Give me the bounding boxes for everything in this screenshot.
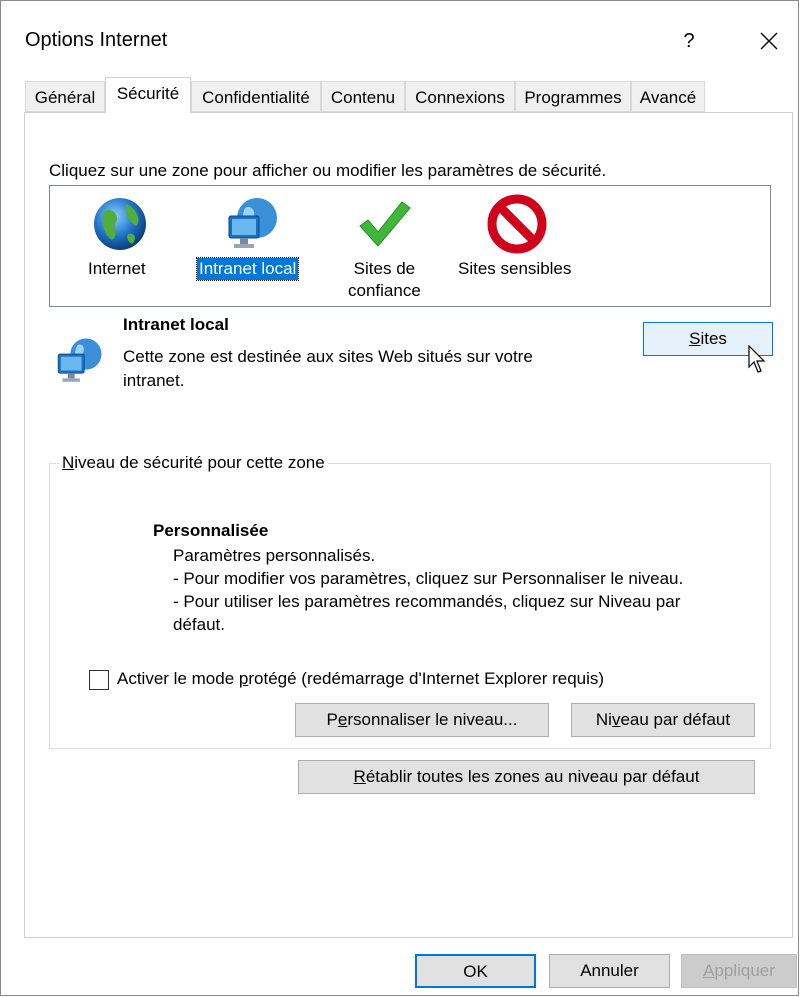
apply-accel: A: [703, 961, 715, 980]
intranet-globe-monitor-icon: [228, 198, 277, 248]
apply-label: ppliquer: [714, 961, 775, 980]
customize-level-pre: P: [326, 710, 338, 729]
tab-content[interactable]: Contenu: [321, 81, 405, 112]
level-desc-line: - Pour modifier vos paramètres, cliquez …: [173, 569, 684, 588]
protected-mode-label-accel: p: [238, 669, 249, 688]
zone-info-title: Intranet local: [123, 315, 229, 334]
reset-all-accel: R: [353, 767, 366, 786]
tab-programs[interactable]: Programmes: [515, 81, 631, 112]
mouse-cursor-icon: [748, 345, 766, 373]
zone-restricted-sites[interactable]: Sites sensibles: [454, 186, 584, 306]
zone-list: Internet Intranet local Sites de confian…: [49, 185, 771, 307]
security-level-title: Personnalisée: [153, 521, 269, 540]
security-level-legend: Niveau de sécurité pour cette zone: [59, 453, 328, 473]
zone-info-description: Cette zone est destinée aux sites Web si…: [123, 347, 533, 390]
zone-trusted-sites[interactable]: Sites de confiance: [334, 186, 434, 306]
cancel-button[interactable]: Annuler: [549, 954, 670, 988]
red-prohibited-icon: [487, 194, 547, 254]
zone-intranet-local[interactable]: Intranet local: [193, 186, 313, 306]
protected-mode-label-pre: Activer le mode: [117, 669, 239, 688]
default-level-button[interactable]: Niveau par défaut: [571, 703, 755, 737]
protected-mode-label-post: rotégé (redémarrage d'Internet Explorer …: [248, 669, 605, 688]
customize-level-accel: e: [337, 710, 348, 729]
zone-trusted-sites-label: Sites de confiance: [348, 258, 421, 302]
zone-trusted-sites-label-line1: Sites de: [353, 259, 416, 278]
globe-icon: [94, 198, 146, 250]
protected-mode-label[interactable]: Activer le mode protégé (redémarrage d'I…: [117, 669, 604, 689]
sites-button-accel: S: [689, 329, 701, 348]
zone-restricted-sites-label: Sites sensibles: [458, 259, 572, 278]
security-level-legend-accel: N: [62, 453, 75, 472]
zone-internet[interactable]: Internet: [80, 186, 160, 306]
reset-all-label: établir toutes les zones au niveau par d…: [365, 767, 700, 786]
level-desc-line: Paramètres personnalisés.: [173, 546, 376, 565]
tab-security[interactable]: Sécurité: [105, 77, 191, 113]
sites-button-label: ites: [700, 329, 727, 348]
help-button[interactable]: ?: [671, 23, 707, 59]
security-level-legend-text: iveau de sécurité pour cette zone: [74, 453, 325, 472]
intranet-zone-icon: [57, 338, 102, 382]
zone-intranet-local-label: Intranet local: [195, 257, 300, 281]
tab-privacy[interactable]: Confidentialité: [191, 81, 321, 112]
close-icon: [760, 32, 778, 50]
zone-instruction: Cliquez sur une zone pour afficher ou mo…: [49, 161, 607, 180]
customize-level-button[interactable]: Personnaliser le niveau...: [295, 703, 549, 737]
reset-all-zones-button[interactable]: Rétablir toutes les zones au niveau par …: [298, 760, 755, 794]
title-bar: Options Internet ?: [1, 1, 798, 79]
tab-connections[interactable]: Connexions: [405, 81, 515, 112]
customize-level-post: rsonnaliser le niveau...: [347, 710, 518, 729]
security-level-description: Paramètres personnalisés. - Pour modifie…: [173, 544, 753, 636]
window-title: Options Internet: [25, 29, 168, 51]
zone-trusted-sites-label-line2: confiance: [348, 281, 421, 300]
tab-general[interactable]: Général: [25, 81, 105, 112]
default-level-post: eau par défaut: [620, 710, 731, 729]
protected-mode-checkbox[interactable]: [89, 670, 109, 690]
internet-options-dialog: Options Internet ? Général Sécurité Conf…: [0, 0, 799, 996]
level-desc-line: défaut.: [173, 615, 225, 634]
level-desc-line: - Pour utiliser les paramètres recommand…: [173, 592, 681, 611]
green-check-icon: [359, 201, 411, 247]
apply-button[interactable]: Appliquer: [681, 954, 797, 988]
zone-internet-label: Internet: [88, 259, 146, 278]
close-button[interactable]: [749, 23, 789, 59]
default-level-pre: Ni: [595, 710, 612, 729]
tab-advanced[interactable]: Avancé: [631, 81, 705, 112]
ok-button[interactable]: OK: [415, 954, 536, 988]
